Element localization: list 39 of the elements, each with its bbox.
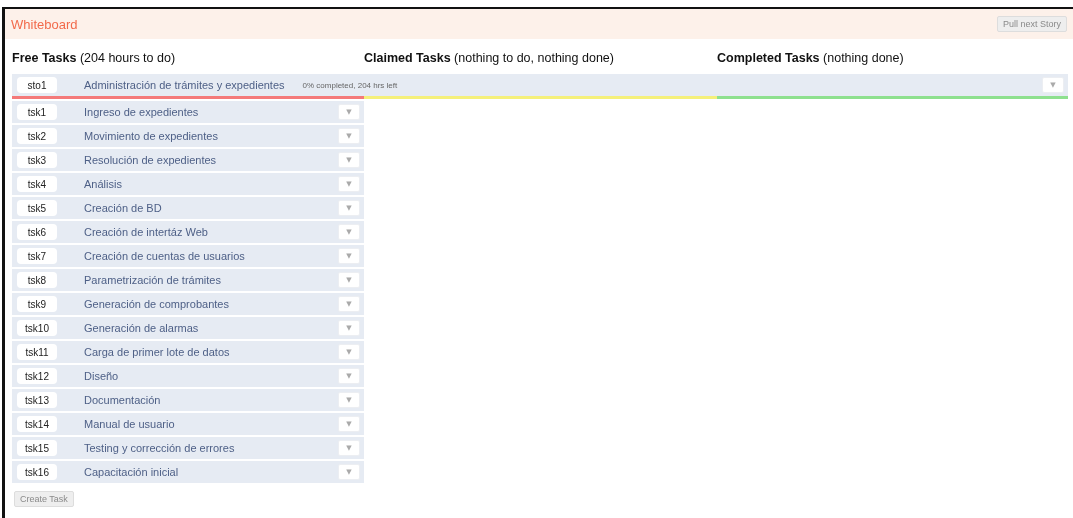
task-name: Creación de cuentas de usuarios	[84, 250, 245, 262]
task-id: tsk1	[17, 104, 57, 120]
task-name: Generación de comprobantes	[84, 298, 229, 310]
task-id: tsk5	[17, 200, 57, 216]
task-id: tsk6	[17, 224, 57, 240]
task-name: Movimiento de expedientes	[84, 130, 218, 142]
task-name: Carga de primer lote de datos	[84, 346, 230, 358]
task-id: tsk16	[17, 464, 57, 480]
column-heading: Claimed Tasks (nothing to do, nothing done)	[364, 50, 615, 67]
task-id: tsk8	[17, 272, 57, 288]
story-name: Administración de trámites y expedientes	[84, 79, 285, 91]
task-id: tsk10	[17, 320, 57, 336]
task-id: tsk13	[17, 392, 57, 408]
column-heading: Free Tasks (204 hours to do)	[12, 50, 177, 67]
task-name: Resolución de expedientes	[84, 154, 217, 166]
story-summary: 0% completed, 204 hrs left	[302, 80, 398, 90]
task-id: tsk14	[17, 416, 57, 432]
page-title: Whiteboard	[11, 16, 78, 32]
task-name: Generación de alarmas	[84, 322, 199, 334]
task-id: tsk15	[17, 440, 57, 456]
task-name: Creación de BD	[84, 202, 162, 214]
task-id: tsk7	[17, 248, 57, 264]
task-name: Testing y corrección de errores	[84, 442, 235, 454]
task-id: tsk11	[17, 344, 57, 360]
task-id: tsk12	[17, 368, 57, 384]
task-id: tsk2	[17, 128, 57, 144]
task-name: Ingreso de expedientes	[84, 106, 199, 118]
task-name: Análisis	[84, 178, 122, 190]
task-name: Capacitación inicial	[84, 466, 179, 478]
task-id: tsk3	[17, 152, 57, 168]
story-id: sto1	[17, 77, 57, 93]
task-id: tsk4	[17, 176, 57, 192]
column-heading: Completed Tasks (nothing done)	[717, 50, 905, 67]
task-name: Manual de usuario	[84, 418, 175, 430]
task-name: Parametrización de trámites	[84, 274, 221, 286]
task-id: tsk9	[17, 296, 57, 312]
task-name: Documentación	[84, 394, 161, 406]
task-name: Creación de intertáz Web	[84, 226, 208, 238]
task-name: Diseño	[84, 370, 119, 382]
